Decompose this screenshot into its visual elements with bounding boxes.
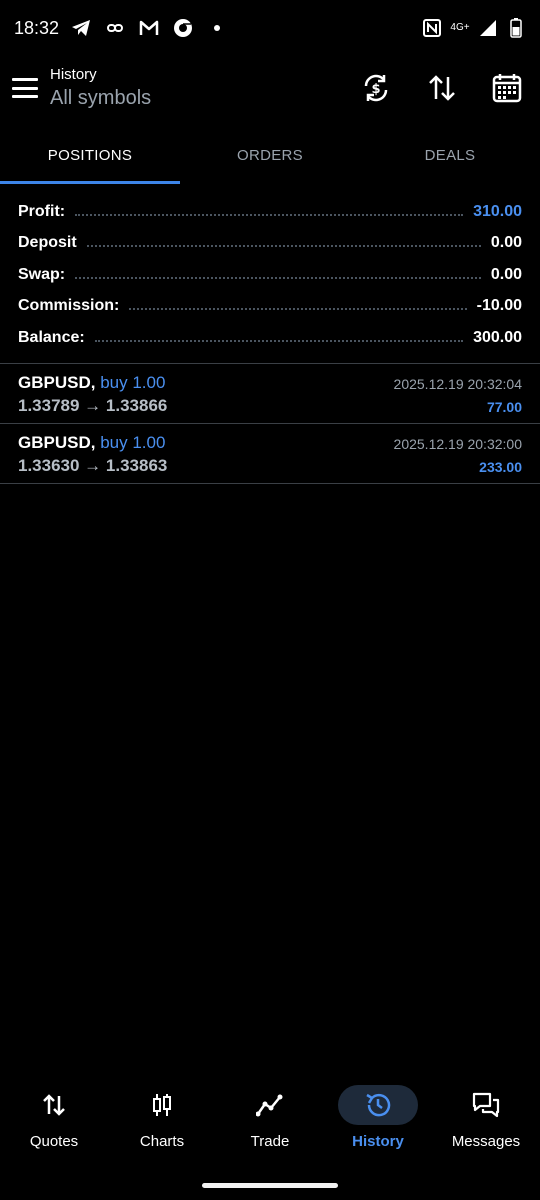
deal-header: GBPUSD, buy 1.00 (18, 433, 165, 453)
list-item[interactable]: GBPUSD, buy 1.00 1.33630 → 1.33863 2025.… (0, 424, 540, 484)
sort-icon[interactable] (424, 70, 460, 106)
tab-deals[interactable]: DEALS (360, 126, 540, 184)
deal-profit: 77.00 (486, 399, 522, 415)
deposit-value: 0.00 (490, 234, 522, 252)
dotted-leader (75, 276, 481, 279)
tab-orders[interactable]: ORDERS (180, 126, 360, 184)
history-clock-icon (338, 1085, 418, 1125)
balance-label: Balance: (18, 328, 85, 346)
app-bar: History All symbols $ (0, 56, 540, 126)
dotted-leader (86, 245, 481, 248)
summary-deposit-row: Deposit 0.00 (18, 228, 522, 260)
deal-symbol: GBPUSD, (18, 433, 96, 452)
deposit-label: Deposit (18, 234, 77, 252)
calendar-icon[interactable] (489, 70, 525, 106)
gmail-icon (139, 18, 159, 38)
profit-label: Profit: (18, 202, 66, 220)
system-icons: 4G+ (422, 18, 526, 38)
profit-value: 310.00 (473, 202, 522, 220)
summary-panel: Profit: 310.00 Deposit 0.00 Swap: 0.00 C… (18, 196, 522, 354)
bottom-navigation: Quotes Charts Trade History Messages (0, 1080, 540, 1160)
summary-profit-row: Profit: 310.00 (18, 196, 522, 228)
summary-commission-row: Commission: -10.00 (18, 291, 522, 323)
deal-header: GBPUSD, buy 1.00 (18, 373, 165, 393)
swap-label: Swap: (18, 265, 66, 283)
nav-history[interactable]: History (324, 1080, 432, 1160)
deal-prices: 1.33789 → 1.33866 (18, 396, 168, 415)
tab-positions[interactable]: POSITIONS (0, 126, 180, 184)
nav-label: Quotes (29, 1133, 79, 1150)
currency-exchange-icon[interactable]: $ (358, 70, 394, 106)
svg-text:$: $ (371, 82, 380, 97)
nav-messages[interactable]: Messages (432, 1080, 540, 1160)
list-item[interactable]: GBPUSD, buy 1.00 1.33789 → 1.33866 2025.… (0, 364, 540, 424)
menu-icon[interactable] (12, 78, 38, 98)
nav-label: Charts (139, 1133, 185, 1150)
dotted-leader (94, 339, 464, 342)
title-block[interactable]: History All symbols (50, 66, 151, 110)
trade-line-icon (230, 1085, 310, 1125)
commission-label: Commission: (18, 297, 120, 315)
deal-time: 2025.12.19 20:32:00 (393, 436, 522, 452)
dot-icon (207, 18, 227, 38)
nav-quotes[interactable]: Quotes (0, 1080, 108, 1160)
home-indicator[interactable] (202, 1183, 338, 1188)
positions-list: GBPUSD, buy 1.00 1.33789 → 1.33866 2025.… (0, 363, 540, 484)
messages-icon (446, 1085, 526, 1125)
swap-value: 0.00 (490, 265, 522, 283)
status-time: 18:32 (14, 17, 60, 38)
battery-icon (506, 18, 526, 38)
nav-charts[interactable]: Charts (108, 1080, 216, 1160)
tab-bar: POSITIONS ORDERS DEALS (0, 126, 540, 184)
commission-value: -10.00 (476, 297, 522, 315)
nav-label: History (352, 1133, 404, 1150)
deal-prices: 1.33630 → 1.33863 (18, 456, 168, 475)
deal-symbol: GBPUSD, (18, 373, 96, 392)
deal-time: 2025.12.19 20:32:04 (393, 376, 522, 392)
deal-profit: 233.00 (479, 459, 522, 475)
page-title: History (50, 66, 97, 83)
nfc-icon (422, 18, 442, 38)
dotted-leader (129, 308, 467, 311)
dotted-leader (75, 213, 464, 216)
balance-value: 300.00 (473, 328, 522, 346)
summary-balance-row: Balance: 300.00 (18, 322, 522, 354)
symbol-filter[interactable]: All symbols (50, 87, 151, 110)
network-4g-icon: 4G+ (450, 22, 470, 33)
deal-side: buy 1.00 (100, 433, 166, 452)
nav-label: Messages (451, 1133, 521, 1150)
nav-trade[interactable]: Trade (216, 1080, 324, 1160)
telegram-icon (71, 18, 91, 38)
link-icon (105, 18, 125, 38)
summary-swap-row: Swap: 0.00 (18, 259, 522, 291)
candlestick-icon (122, 1085, 202, 1125)
status-bar: 18:32 4G+ (0, 0, 540, 56)
nav-label: Trade (250, 1133, 290, 1150)
chrome-icon (173, 18, 193, 38)
signal-icon (478, 18, 498, 38)
quotes-arrows-icon (14, 1085, 94, 1125)
notification-icons (71, 18, 227, 38)
deal-side: buy 1.00 (100, 373, 166, 392)
